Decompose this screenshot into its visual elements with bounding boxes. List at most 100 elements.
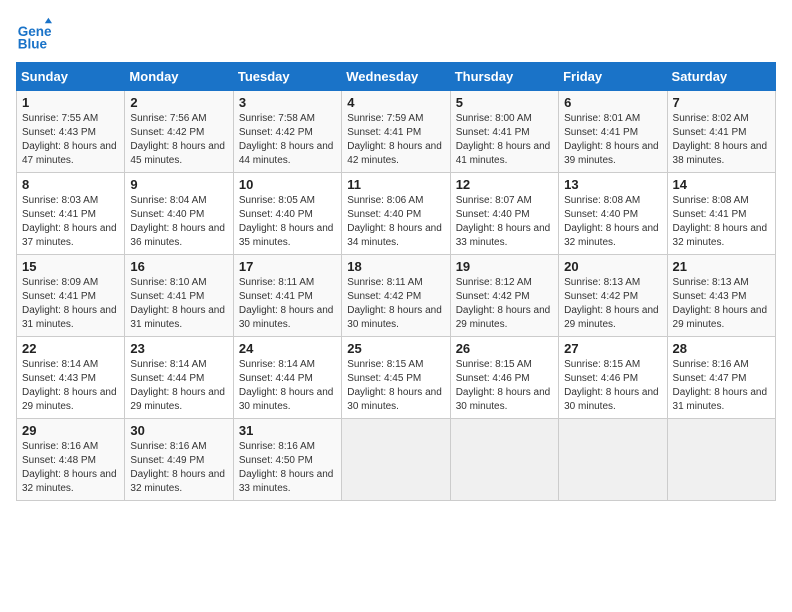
cell-content: Sunrise: 8:15 AMSunset: 4:45 PMDaylight:…	[347, 358, 444, 414]
calendar-week-row: 1 Sunrise: 7:55 AMSunset: 4:43 PMDaylight…	[17, 91, 776, 173]
calendar-cell: 11 Sunrise: 8:06 AMSunset: 4:40 PMDayligh…	[342, 173, 450, 255]
calendar-cell: 23 Sunrise: 8:14 AMSunset: 4:44 PMDayligh…	[125, 337, 233, 419]
day-number: 27	[564, 341, 661, 356]
cell-content: Sunrise: 7:56 AMSunset: 4:42 PMDaylight:…	[130, 112, 227, 168]
cell-content: Sunrise: 8:02 AMSunset: 4:41 PMDaylight:…	[673, 112, 770, 168]
calendar-cell: 14 Sunrise: 8:08 AMSunset: 4:41 PMDayligh…	[667, 173, 775, 255]
calendar-cell: 18 Sunrise: 8:11 AMSunset: 4:42 PMDayligh…	[342, 255, 450, 337]
calendar-cell: 9 Sunrise: 8:04 AMSunset: 4:40 PMDaylight…	[125, 173, 233, 255]
day-number: 20	[564, 259, 661, 274]
day-number: 13	[564, 177, 661, 192]
cell-content: Sunrise: 7:58 AMSunset: 4:42 PMDaylight:…	[239, 112, 336, 168]
calendar-cell: 22 Sunrise: 8:14 AMSunset: 4:43 PMDayligh…	[17, 337, 125, 419]
day-number: 6	[564, 95, 661, 110]
day-number: 18	[347, 259, 444, 274]
calendar-cell: 12Sunrise: 8:07 AMSunset: 4:40 PMDayligh…	[450, 173, 558, 255]
calendar-cell: 6 Sunrise: 8:01 AMSunset: 4:41 PMDaylight…	[559, 91, 667, 173]
calendar-cell: 21 Sunrise: 8:13 AMSunset: 4:43 PMDayligh…	[667, 255, 775, 337]
calendar-cell: 5 Sunrise: 8:00 AMSunset: 4:41 PMDaylight…	[450, 91, 558, 173]
day-number: 10	[239, 177, 336, 192]
logo-icon: General Blue	[16, 16, 52, 52]
calendar-cell: 28 Sunrise: 8:16 AMSunset: 4:47 PMDayligh…	[667, 337, 775, 419]
calendar-cell: 4 Sunrise: 7:59 AMSunset: 4:41 PMDaylight…	[342, 91, 450, 173]
day-number: 30	[130, 423, 227, 438]
cell-content: Sunrise: 8:08 AMSunset: 4:41 PMDaylight:…	[673, 194, 770, 250]
calendar-cell: 29 Sunrise: 8:16 AMSunset: 4:48 PMDayligh…	[17, 419, 125, 501]
cell-content: Sunrise: 8:14 AMSunset: 4:44 PMDaylight:…	[239, 358, 336, 414]
calendar-cell: 27Sunrise: 8:15 AMSunset: 4:46 PMDayligh…	[559, 337, 667, 419]
day-number: 29	[22, 423, 119, 438]
calendar-cell: 30 Sunrise: 8:16 AMSunset: 4:49 PMDayligh…	[125, 419, 233, 501]
cell-content: Sunrise: 8:03 AMSunset: 4:41 PMDaylight:…	[22, 194, 119, 250]
day-number: 9	[130, 177, 227, 192]
day-number: 3	[239, 95, 336, 110]
day-number: 11	[347, 177, 444, 192]
cell-content: Sunrise: 8:06 AMSunset: 4:40 PMDaylight:…	[347, 194, 444, 250]
day-number: 14	[673, 177, 770, 192]
calendar-cell: 2 Sunrise: 7:56 AMSunset: 4:42 PMDaylight…	[125, 91, 233, 173]
calendar-cell: 10 Sunrise: 8:05 AMSunset: 4:40 PMDayligh…	[233, 173, 341, 255]
day-number: 19	[456, 259, 553, 274]
cell-content: Sunrise: 8:16 AMSunset: 4:47 PMDaylight:…	[673, 358, 770, 414]
calendar-cell	[559, 419, 667, 501]
cell-content: Sunrise: 8:04 AMSunset: 4:40 PMDaylight:…	[130, 194, 227, 250]
day-number: 23	[130, 341, 227, 356]
cell-content: Sunrise: 8:00 AMSunset: 4:41 PMDaylight:…	[456, 112, 553, 168]
cell-content: Sunrise: 8:11 AMSunset: 4:41 PMDaylight:…	[239, 276, 336, 332]
cell-content: Sunrise: 8:01 AMSunset: 4:41 PMDaylight:…	[564, 112, 661, 168]
day-number: 24	[239, 341, 336, 356]
calendar-cell: 1 Sunrise: 7:55 AMSunset: 4:43 PMDaylight…	[17, 91, 125, 173]
cell-content: Sunrise: 8:12 AMSunset: 4:42 PMDaylight:…	[456, 276, 553, 332]
calendar-cell: 17Sunrise: 8:11 AMSunset: 4:41 PMDayligh…	[233, 255, 341, 337]
cell-content: Sunrise: 8:14 AMSunset: 4:43 PMDaylight:…	[22, 358, 119, 414]
cell-content: Sunrise: 8:13 AMSunset: 4:43 PMDaylight:…	[673, 276, 770, 332]
day-number: 7	[673, 95, 770, 110]
cell-content: Sunrise: 8:11 AMSunset: 4:42 PMDaylight:…	[347, 276, 444, 332]
day-number: 28	[673, 341, 770, 356]
calendar-cell: 25 Sunrise: 8:15 AMSunset: 4:45 PMDayligh…	[342, 337, 450, 419]
calendar-day-header: Saturday	[667, 63, 775, 91]
calendar-day-header: Tuesday	[233, 63, 341, 91]
cell-content: Sunrise: 7:59 AMSunset: 4:41 PMDaylight:…	[347, 112, 444, 168]
cell-content: Sunrise: 8:08 AMSunset: 4:40 PMDaylight:…	[564, 194, 661, 250]
calendar-day-header: Wednesday	[342, 63, 450, 91]
calendar-week-row: 8 Sunrise: 8:03 AMSunset: 4:41 PMDaylight…	[17, 173, 776, 255]
calendar-cell: 24 Sunrise: 8:14 AMSunset: 4:44 PMDayligh…	[233, 337, 341, 419]
calendar-cell: 13 Sunrise: 8:08 AMSunset: 4:40 PMDayligh…	[559, 173, 667, 255]
calendar-body: 1 Sunrise: 7:55 AMSunset: 4:43 PMDaylight…	[17, 91, 776, 501]
logo: General Blue	[16, 16, 56, 52]
cell-content: Sunrise: 8:10 AMSunset: 4:41 PMDaylight:…	[130, 276, 227, 332]
day-number: 2	[130, 95, 227, 110]
cell-content: Sunrise: 8:16 AMSunset: 4:50 PMDaylight:…	[239, 440, 336, 496]
day-number: 16	[130, 259, 227, 274]
calendar-cell: 8 Sunrise: 8:03 AMSunset: 4:41 PMDaylight…	[17, 173, 125, 255]
cell-content: Sunrise: 8:14 AMSunset: 4:44 PMDaylight:…	[130, 358, 227, 414]
cell-content: Sunrise: 8:13 AMSunset: 4:42 PMDaylight:…	[564, 276, 661, 332]
day-number: 8	[22, 177, 119, 192]
calendar-cell: 16 Sunrise: 8:10 AMSunset: 4:41 PMDayligh…	[125, 255, 233, 337]
calendar-day-header: Thursday	[450, 63, 558, 91]
cell-content: Sunrise: 7:55 AMSunset: 4:43 PMDaylight:…	[22, 112, 119, 168]
calendar-week-row: 22 Sunrise: 8:14 AMSunset: 4:43 PMDayligh…	[17, 337, 776, 419]
day-number: 5	[456, 95, 553, 110]
day-number: 15	[22, 259, 119, 274]
cell-content: Sunrise: 8:16 AMSunset: 4:48 PMDaylight:…	[22, 440, 119, 496]
day-number: 12	[456, 177, 553, 192]
day-number: 21	[673, 259, 770, 274]
calendar-day-header: Sunday	[17, 63, 125, 91]
calendar-cell: 15Sunrise: 8:09 AMSunset: 4:41 PMDayligh…	[17, 255, 125, 337]
cell-content: Sunrise: 8:16 AMSunset: 4:49 PMDaylight:…	[130, 440, 227, 496]
calendar-cell	[450, 419, 558, 501]
cell-content: Sunrise: 8:05 AMSunset: 4:40 PMDaylight:…	[239, 194, 336, 250]
day-number: 4	[347, 95, 444, 110]
calendar-day-header: Friday	[559, 63, 667, 91]
calendar-week-row: 29 Sunrise: 8:16 AMSunset: 4:48 PMDayligh…	[17, 419, 776, 501]
day-number: 25	[347, 341, 444, 356]
page-header: General Blue	[16, 16, 776, 52]
calendar-day-header: Monday	[125, 63, 233, 91]
day-number: 22	[22, 341, 119, 356]
day-number: 1	[22, 95, 119, 110]
calendar-cell: 3 Sunrise: 7:58 AMSunset: 4:42 PMDaylight…	[233, 91, 341, 173]
calendar-table: SundayMondayTuesdayWednesdayThursdayFrid…	[16, 62, 776, 501]
day-number: 26	[456, 341, 553, 356]
